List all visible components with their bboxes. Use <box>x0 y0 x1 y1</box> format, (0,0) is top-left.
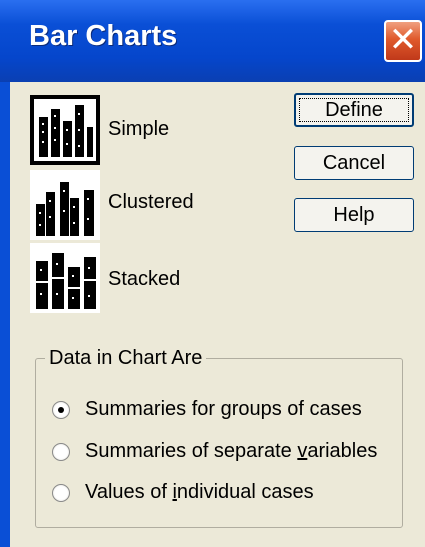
window-title: Bar Charts <box>29 20 178 52</box>
radio-individual-cases[interactable] <box>52 484 70 502</box>
close-icon: ✕ <box>388 21 418 59</box>
radio-separate-variables-label[interactable]: Summaries of separate variables <box>85 440 377 463</box>
chart-type-clustered[interactable] <box>30 170 100 240</box>
radio-summaries-groups[interactable] <box>52 401 70 419</box>
bar-charts-dialog: Bar Charts ✕ Simple Clustered Stacked De… <box>0 0 425 547</box>
help-button[interactable]: Help <box>294 198 414 232</box>
groupbox-legend: Data in Chart Are <box>45 347 207 370</box>
cancel-button[interactable]: Cancel <box>294 146 414 180</box>
focus-rectangle <box>299 98 409 122</box>
window-border <box>0 82 10 547</box>
chart-type-stacked-label: Stacked <box>108 268 181 290</box>
radio-summaries-groups-label[interactable]: Summaries for groups of cases <box>85 398 362 421</box>
cancel-button-label: Cancel <box>322 152 386 174</box>
chart-type-simple-label: Simple <box>108 118 170 140</box>
help-button-label: Help <box>333 204 375 226</box>
radio-individual-cases-label[interactable]: Values of individual cases <box>85 481 314 504</box>
chart-type-simple[interactable] <box>30 95 100 165</box>
simple-bar-chart-icon <box>39 105 93 157</box>
close-button[interactable]: ✕ <box>384 20 422 62</box>
clustered-bar-chart-icon <box>36 182 94 236</box>
title-bar[interactable]: Bar Charts ✕ <box>0 0 425 82</box>
radio-separate-variables[interactable] <box>52 443 70 461</box>
stacked-bar-chart-icon <box>36 253 96 309</box>
define-button[interactable]: Define <box>294 93 414 127</box>
radio-selected-dot <box>58 407 64 413</box>
chart-type-stacked[interactable] <box>30 243 100 313</box>
chart-type-clustered-label: Clustered <box>108 191 194 213</box>
